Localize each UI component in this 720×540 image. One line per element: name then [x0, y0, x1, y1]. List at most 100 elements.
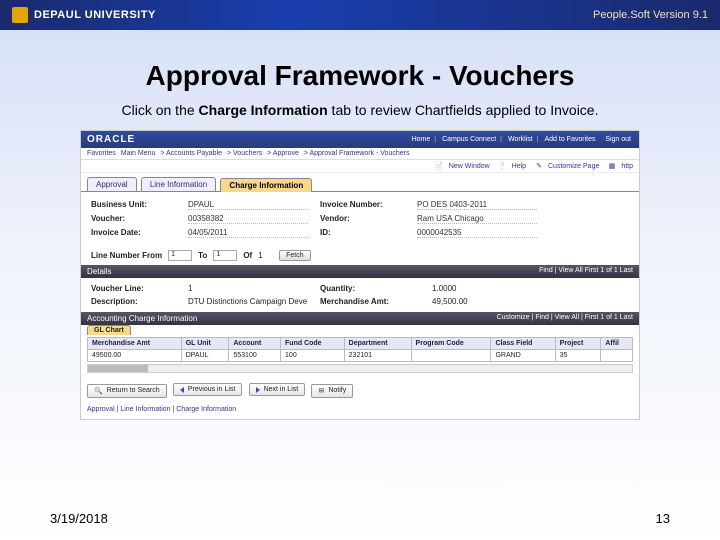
link-worklist[interactable]: Worklist [508, 136, 533, 143]
linefrom-label: Line Number From [91, 251, 162, 260]
subtab-glchart[interactable]: GL Chart [87, 325, 131, 335]
helpbar: 📄 New Window ❔ Help ✎ Customize Page ▦ http [81, 160, 639, 173]
crumb-vouchers[interactable]: Vouchers [233, 150, 262, 157]
qty-label: Quantity: [320, 284, 420, 293]
arrow-left-icon [180, 387, 184, 393]
details-nav[interactable]: Find | View All First 1 of 1 Last [539, 267, 633, 276]
university-name: DEPAUL UNIVERSITY [34, 9, 156, 21]
details-bar: Details Find | View All First 1 of 1 Las… [81, 265, 639, 278]
link-http[interactable]: http [621, 163, 633, 170]
fetch-button[interactable]: Fetch [279, 250, 311, 261]
vendor-label: Vendor: [320, 214, 405, 224]
crumb-approve[interactable]: Approve [273, 150, 299, 157]
acct-title: Accounting Charge Information [87, 314, 197, 323]
details-grid: Voucher Line: 1 Quantity: 1.0000 Descrip… [81, 278, 639, 312]
instruction-bold: Charge Information [199, 102, 328, 118]
slide-instruction: Click on the Charge Information tab to r… [0, 102, 720, 118]
to-label: To [198, 251, 207, 260]
voucher-value: 00358382 [188, 214, 308, 224]
of-value: 1 [258, 251, 262, 260]
col-fund[interactable]: Fund Code [281, 338, 345, 350]
bottom-links[interactable]: Approval | Line Information | Charge Inf… [81, 406, 639, 419]
notify-button[interactable]: ✉ Notify [311, 384, 353, 398]
col-program[interactable]: Program Code [411, 338, 491, 350]
tab-charge-information[interactable]: Charge Information [220, 178, 312, 192]
link-campus[interactable]: Campus Connect [442, 136, 496, 143]
link-fav[interactable]: Add to Favorites [545, 136, 596, 143]
next-in-list-button[interactable]: Next in List [249, 383, 306, 396]
return-to-search-button[interactable]: 🔍Return to Search [87, 384, 167, 398]
lineto-input[interactable]: 1 [213, 250, 237, 261]
shield-icon [12, 7, 28, 23]
link-customize[interactable]: Customize Page [548, 163, 599, 170]
col-dept[interactable]: Department [344, 338, 411, 350]
invoice-label: Invoice Number: [320, 200, 405, 210]
instruction-pre: Click on the [122, 102, 199, 118]
slide-title: Approval Framework - Vouchers [0, 60, 720, 92]
footer-date: 3/19/2018 [50, 511, 108, 526]
version-label: People.Soft Version 9.1 [593, 9, 708, 21]
cell-fund: 100 [281, 350, 345, 362]
cell-dept: 232101 [344, 350, 411, 362]
tab-approval[interactable]: Approval [87, 177, 137, 191]
cell-program [411, 350, 491, 362]
col-affil[interactable]: Affil [601, 338, 633, 350]
link-home[interactable]: Home [412, 136, 431, 143]
invdate-label: Invoice Date: [91, 228, 176, 238]
col-class[interactable]: Class Field [491, 338, 555, 350]
vendor-value: Ram USA Chicago [417, 214, 537, 224]
col-project[interactable]: Project [555, 338, 601, 350]
newwindow-icon: 📄 [435, 162, 443, 170]
vline-value: 1 [188, 284, 308, 293]
table-header-row: Merchandise Amt GL Unit Account Fund Cod… [88, 338, 633, 350]
notify-icon: ✉ [318, 387, 324, 395]
col-account[interactable]: Account [229, 338, 281, 350]
link-newwindow[interactable]: New Window [449, 163, 490, 170]
mamt-label: Merchandise Amt: [320, 297, 420, 306]
slide-header: DEPAUL UNIVERSITY People.Soft Version 9.… [0, 0, 720, 30]
crumb-ap[interactable]: Accounts Payable [166, 150, 222, 157]
cell-account: 553100 [229, 350, 281, 362]
previous-in-list-button[interactable]: Previous in List [173, 383, 242, 396]
link-signout[interactable]: Sign out [605, 136, 631, 143]
invoice-value: PO DES 0403-2011 [417, 200, 537, 210]
subtab-row: GL Chart [81, 325, 639, 335]
cell-affil [601, 350, 633, 362]
slide-footer: 3/19/2018 13 [0, 511, 720, 526]
search-icon: 🔍 [94, 387, 103, 395]
desc-value: DTU Distinctions Campaign Deve [188, 297, 308, 306]
chartfield-table: Merchandise Amt GL Unit Account Fund Cod… [87, 337, 633, 362]
crumb-main[interactable]: Main Menu [121, 150, 156, 157]
oracle-logo: ORACLE [87, 134, 135, 145]
oracle-topbar: ORACLE Home| Campus Connect| Worklist| A… [81, 131, 639, 148]
customize-icon: ✎ [534, 162, 542, 170]
peoplesoft-screenshot: ORACLE Home| Campus Connect| Worklist| A… [80, 130, 640, 420]
arrow-right-icon [256, 387, 260, 393]
crumb-afv[interactable]: Approval Framework - Vouchers [309, 150, 409, 157]
tabrow: Approval Line Information Charge Informa… [81, 173, 639, 192]
line-number-row: Line Number From 1 To 1 Of 1 Fetch [81, 246, 639, 265]
cell-class: GRAND [491, 350, 555, 362]
link-help[interactable]: Help [512, 163, 526, 170]
cell-glunit: DPAUL [181, 350, 229, 362]
col-merch[interactable]: Merchandise Amt [88, 338, 182, 350]
button-row: 🔍Return to Search Previous in List Next … [81, 375, 639, 406]
crumb-fav[interactable]: Favorites [87, 150, 116, 157]
oracle-toplinks: Home| Campus Connect| Worklist| Add to F… [410, 136, 633, 143]
id-label: ID: [320, 228, 405, 238]
invdate-value: 04/05/2011 [188, 228, 308, 238]
horizontal-scrollbar[interactable] [87, 364, 633, 373]
notify-label: Notify [328, 387, 346, 394]
of-label: Of [243, 251, 252, 260]
col-glunit[interactable]: GL Unit [181, 338, 229, 350]
qty-value: 1.0000 [432, 284, 532, 293]
help-icon: ❔ [498, 162, 506, 170]
acct-nav[interactable]: Customize | Find | View All | First 1 of… [497, 314, 633, 323]
footer-page: 13 [656, 511, 670, 526]
linefrom-input[interactable]: 1 [168, 250, 192, 261]
prev-label: Previous in List [188, 386, 235, 393]
acct-bar: Accounting Charge Information Customize … [81, 312, 639, 325]
tab-line-information[interactable]: Line Information [141, 177, 216, 191]
http-icon: ▦ [607, 162, 615, 170]
instruction-post: tab to review Chartfields applied to Inv… [328, 102, 599, 118]
